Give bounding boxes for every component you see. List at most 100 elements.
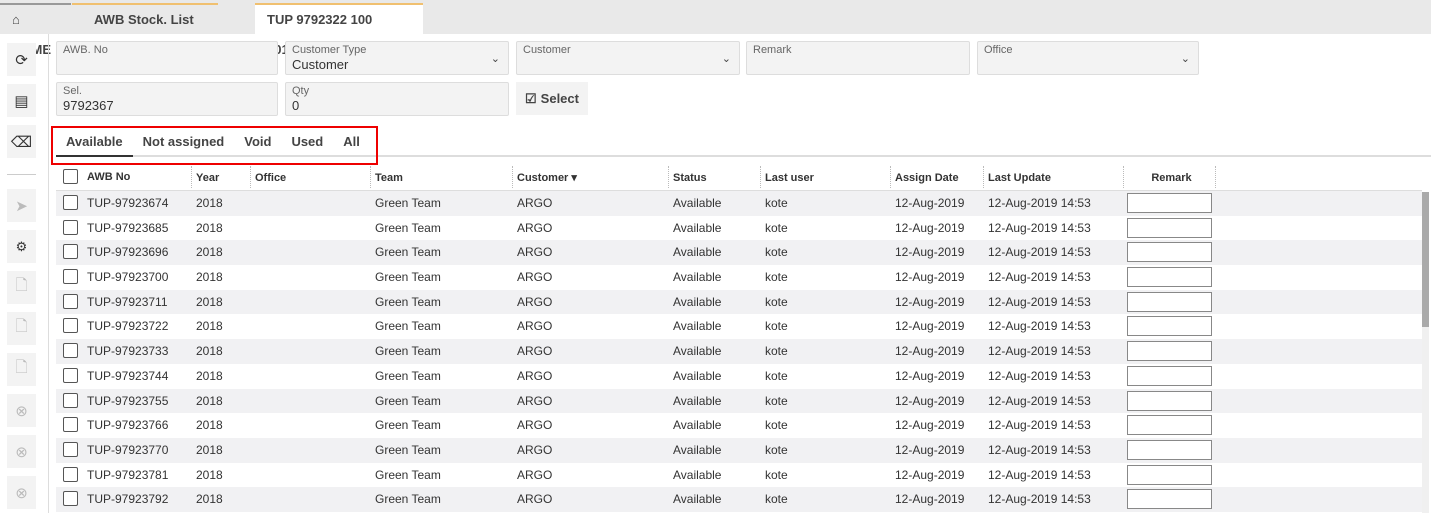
cell-customer: ARGO — [517, 245, 553, 260]
col-last-user[interactable]: Last user — [760, 166, 814, 188]
row-checkbox[interactable] — [63, 269, 78, 285]
remark-input[interactable] — [1127, 365, 1212, 386]
cell-awb-no: TUP-97923696 — [87, 245, 169, 260]
table-row[interactable]: TUP-97923700 2018 Green Team ARGO Available k… — [56, 265, 1422, 290]
remark-input[interactable] — [1127, 267, 1212, 288]
remark-input[interactable] — [1127, 291, 1212, 312]
office-select[interactable]: Office ⌄ — [977, 41, 1199, 75]
settings-button[interactable]: ⚙ — [7, 230, 36, 263]
row-checkbox[interactable] — [63, 417, 78, 433]
qty-field[interactable]: Qty 0 — [285, 82, 509, 116]
scrollbar-thumb[interactable] — [1422, 192, 1429, 327]
chevron-down-icon: ⌄ — [1180, 53, 1190, 65]
remark-input[interactable] — [1127, 390, 1212, 411]
remark-input[interactable] — [1127, 316, 1212, 337]
table-row[interactable]: TUP-97923744 2018 Green Team ARGO Available k… — [56, 364, 1422, 389]
cell-year: 2018 — [196, 418, 223, 433]
customer-select[interactable]: Customer ⌄ — [516, 41, 740, 75]
cell-awb-no: TUP-97923766 — [87, 418, 169, 433]
col-office[interactable]: Office — [250, 166, 286, 188]
cell-last-user: kote — [765, 492, 788, 507]
table-row[interactable]: TUP-97923696 2018 Green Team ARGO Available k… — [56, 240, 1422, 266]
cell-customer: ARGO — [517, 196, 553, 210]
add-file-button-2[interactable]: 🗋 — [7, 312, 36, 345]
row-checkbox[interactable] — [63, 367, 78, 383]
table-row[interactable]: TUP-97923722 2018 Green Team ARGO Available k… — [56, 314, 1422, 339]
cell-year: 2018 — [196, 294, 223, 309]
table-row[interactable]: TUP-97923674 2018 Green Team ARGO Available k… — [56, 191, 1422, 216]
row-checkbox[interactable] — [63, 392, 78, 408]
remark-field[interactable]: Remark — [746, 41, 970, 75]
remark-input[interactable] — [1127, 489, 1212, 510]
row-checkbox[interactable] — [63, 441, 78, 457]
tab-home[interactable]: ⌂ HOME — [0, 3, 71, 57]
cancel-button-3[interactable]: ⊗ — [7, 476, 36, 509]
row-checkbox[interactable] — [63, 318, 78, 334]
row-checkbox[interactable] — [63, 244, 78, 260]
table-row[interactable]: TUP-97923766 2018 Green Team ARGO Available k… — [56, 413, 1422, 438]
row-checkbox[interactable] — [63, 466, 78, 482]
col-status[interactable]: Status — [668, 166, 707, 188]
awb-table: AWB No Year Office Team Customer ▾ Statu… — [56, 165, 1422, 512]
remark-input[interactable] — [1127, 193, 1212, 213]
add-file-button-3[interactable]: 🗋 — [7, 353, 36, 386]
export-button[interactable]: ▤ — [7, 84, 36, 117]
row-checkbox[interactable] — [63, 343, 78, 359]
row-checkbox[interactable] — [63, 195, 78, 210]
tab-bar: ⌂ HOME AWB Stock. List TUP 9792322 100 2… — [0, 0, 1431, 57]
select-all-checkbox[interactable] — [63, 169, 78, 184]
remark-input[interactable] — [1127, 217, 1212, 238]
sel-field[interactable]: Sel. 9792367 — [56, 82, 278, 116]
remark-input[interactable] — [1127, 415, 1212, 436]
col-customer[interactable]: Customer ▾ — [512, 166, 577, 188]
cell-team: Green Team — [375, 442, 441, 457]
cell-last-update: 12-Aug-2019 14:53 — [988, 344, 1091, 359]
cancel-button-1[interactable]: ⊗ — [7, 394, 36, 427]
table-row[interactable]: TUP-97923770 2018 Green Team ARGO Available k… — [56, 437, 1422, 463]
send-button[interactable]: ➤ — [7, 189, 36, 222]
awb-no-field[interactable]: AWB. No — [56, 41, 278, 75]
remark-input[interactable] — [1127, 464, 1212, 485]
cell-customer: ARGO — [517, 368, 553, 383]
select-button[interactable]: ☑ Select — [516, 82, 588, 115]
scrollbar[interactable] — [1422, 192, 1429, 513]
tab-awb-detail[interactable]: TUP 9792322 100 2018... — [255, 3, 423, 57]
cell-last-user: kote — [765, 393, 788, 408]
row-checkbox[interactable] — [63, 293, 78, 309]
col-year[interactable]: Year — [191, 166, 219, 188]
cell-assign-date: 12-Aug-2019 — [895, 418, 965, 433]
cell-assign-date: 12-Aug-2019 — [895, 294, 965, 309]
remark-input[interactable] — [1127, 439, 1212, 460]
cell-last-user: kote — [765, 368, 788, 383]
cell-awb-no: TUP-97923770 — [87, 442, 169, 457]
clear-button[interactable]: ⌫ — [7, 125, 36, 158]
add-file-button-1[interactable]: 🗋 — [7, 271, 36, 304]
refresh-button[interactable]: ⟳ — [7, 43, 36, 76]
row-checkbox[interactable] — [63, 219, 78, 235]
tab-awb-stock-list[interactable]: AWB Stock. List — [72, 3, 218, 34]
cancel-button-2[interactable]: ⊗ — [7, 435, 36, 468]
table-row[interactable]: TUP-97923685 2018 Green Team ARGO Available k… — [56, 216, 1422, 241]
row-checkbox[interactable] — [63, 491, 78, 507]
cell-status: Available — [673, 319, 722, 334]
cell-status: Available — [673, 294, 722, 309]
col-last-update[interactable]: Last Update — [983, 166, 1051, 188]
cell-last-user: kote — [765, 467, 788, 482]
table-row[interactable]: TUP-97923711 2018 Green Team ARGO Available k… — [56, 289, 1422, 315]
col-awb-no[interactable]: AWB No — [87, 165, 130, 189]
customer-type-select[interactable]: Customer Type Customer ⌄ — [285, 41, 509, 75]
table-row[interactable]: TUP-97923781 2018 Green Team ARGO Available k… — [56, 463, 1422, 488]
col-team[interactable]: Team — [370, 166, 403, 188]
cell-last-user: kote — [765, 270, 788, 285]
cell-last-update: 12-Aug-2019 14:53 — [988, 442, 1091, 457]
remark-input[interactable] — [1127, 341, 1212, 362]
cell-awb-no: TUP-97923685 — [87, 220, 169, 235]
cell-team: Green Team — [375, 319, 441, 334]
table-row[interactable]: TUP-97923755 2018 Green Team ARGO Available k… — [56, 388, 1422, 414]
table-row[interactable]: TUP-97923733 2018 Green Team ARGO Available k… — [56, 339, 1422, 364]
cell-last-update: 12-Aug-2019 14:53 — [988, 196, 1091, 210]
col-assign-date[interactable]: Assign Date — [890, 166, 959, 188]
table-row[interactable]: TUP-97923792 2018 Green Team ARGO Available k… — [56, 487, 1422, 512]
col-remark[interactable]: Remark — [1123, 166, 1216, 188]
remark-input[interactable] — [1127, 242, 1212, 263]
